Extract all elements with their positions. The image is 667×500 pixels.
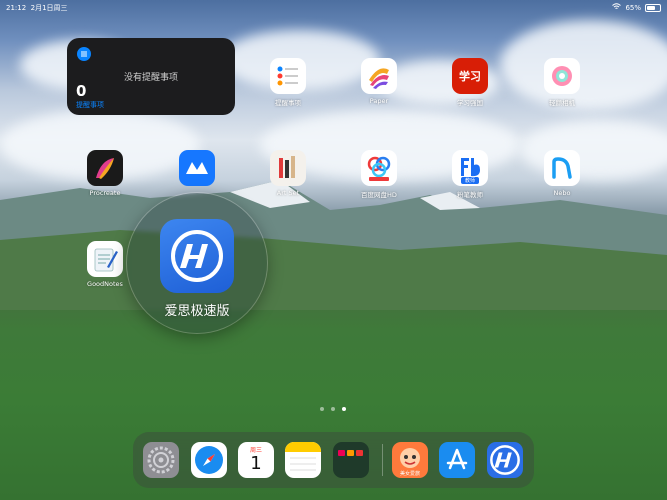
aisi-app-label: 爱思极速版 — [164, 304, 230, 319]
dock-settings[interactable] — [143, 442, 179, 478]
app-goodnotes[interactable]: GoodNotes — [80, 241, 130, 288]
paper-icon — [361, 58, 397, 94]
widget-count: 0 — [76, 82, 87, 100]
gear-icon — [147, 446, 175, 474]
app-paper[interactable]: Paper — [354, 58, 404, 105]
calendar-date: 1 — [250, 453, 262, 474]
battery-icon — [645, 3, 661, 12]
baidu-pan-icon — [361, 150, 397, 186]
fenbi-icon: 教师 — [452, 150, 488, 186]
wifi-icon — [612, 3, 622, 12]
app-cloud[interactable] — [172, 150, 222, 186]
app-reminders[interactable]: 提醒事项 — [263, 58, 313, 107]
camera-icon — [544, 58, 580, 94]
app-artset[interactable]: Art Set — [263, 150, 313, 197]
page-dot[interactable] — [320, 407, 324, 411]
app-baidu[interactable]: 百度网盘HD — [354, 150, 404, 199]
procreate-icon — [87, 150, 123, 186]
app-fenbi[interactable]: 教师 粉笔教师 — [445, 150, 495, 199]
app-label: GoodNotes — [87, 280, 123, 288]
dock-folder[interactable] — [333, 442, 369, 478]
app-label: Art Set — [276, 189, 300, 197]
app-label: Nebo — [553, 189, 571, 197]
cloud-app-icon — [179, 150, 215, 186]
dock-notes[interactable] — [285, 442, 321, 478]
page-dot-active[interactable] — [342, 407, 346, 411]
aisi-app-large[interactable] — [160, 219, 234, 293]
nebo-icon — [544, 150, 580, 186]
dock-safari[interactable] — [191, 442, 227, 478]
dock-separator — [382, 444, 383, 476]
aisi-icon — [490, 445, 520, 475]
aisi-icon — [171, 230, 223, 282]
status-time: 21:12 — [6, 4, 27, 12]
fenbi-sub: 教师 — [461, 177, 479, 184]
page-dot[interactable] — [331, 407, 335, 411]
app-nebo[interactable]: Nebo — [537, 150, 587, 197]
app-label: Procreate — [89, 189, 121, 197]
xuexi-icon: 学习 — [452, 58, 488, 94]
folder-icon — [338, 450, 363, 456]
status-bar: 21:12 2月1日周三 65% — [0, 0, 667, 14]
battery-percent: 65% — [625, 3, 641, 12]
dock-aisi[interactable] — [487, 442, 523, 478]
notes-icon — [285, 442, 321, 471]
dock-calendar[interactable]: 周三 1 — [238, 442, 274, 478]
xuexi-glyph: 学习 — [459, 70, 481, 83]
dock: 周三 1 美女爱旅 — [133, 432, 534, 488]
app-label: 百度网盘HD — [361, 191, 397, 199]
widget-label: 提醒事项 — [76, 101, 104, 109]
goodnotes-icon — [87, 241, 123, 277]
dock-app-store[interactable] — [439, 442, 475, 478]
app-label: 提醒事项 — [275, 99, 301, 107]
artset-icon — [270, 150, 306, 186]
status-date: 2月1日周三 — [30, 4, 68, 12]
game-label: 美女爱旅 — [399, 471, 420, 477]
app-label: 轻颜相机 — [549, 99, 575, 107]
app-procreate[interactable]: Procreate — [80, 150, 130, 197]
reminders-icon — [270, 58, 306, 94]
app-label: Paper — [369, 97, 389, 105]
compass-icon — [195, 446, 223, 474]
app-store-icon — [446, 448, 468, 470]
app-camera[interactable]: 轻颜相机 — [537, 58, 587, 107]
app-label: 学习强国 — [457, 99, 483, 107]
page-indicator[interactable] — [320, 407, 346, 411]
app-xuexi[interactable]: 学习 学习强国 — [445, 58, 495, 107]
dock-game[interactable]: 美女爱旅 — [392, 442, 428, 478]
reminders-widget[interactable]: 没有提醒事项 0 提醒事项 — [67, 38, 235, 115]
widget-empty-text: 没有提醒事项 — [123, 73, 178, 83]
app-label: 粉笔教师 — [457, 191, 483, 199]
list-icon — [77, 47, 91, 61]
